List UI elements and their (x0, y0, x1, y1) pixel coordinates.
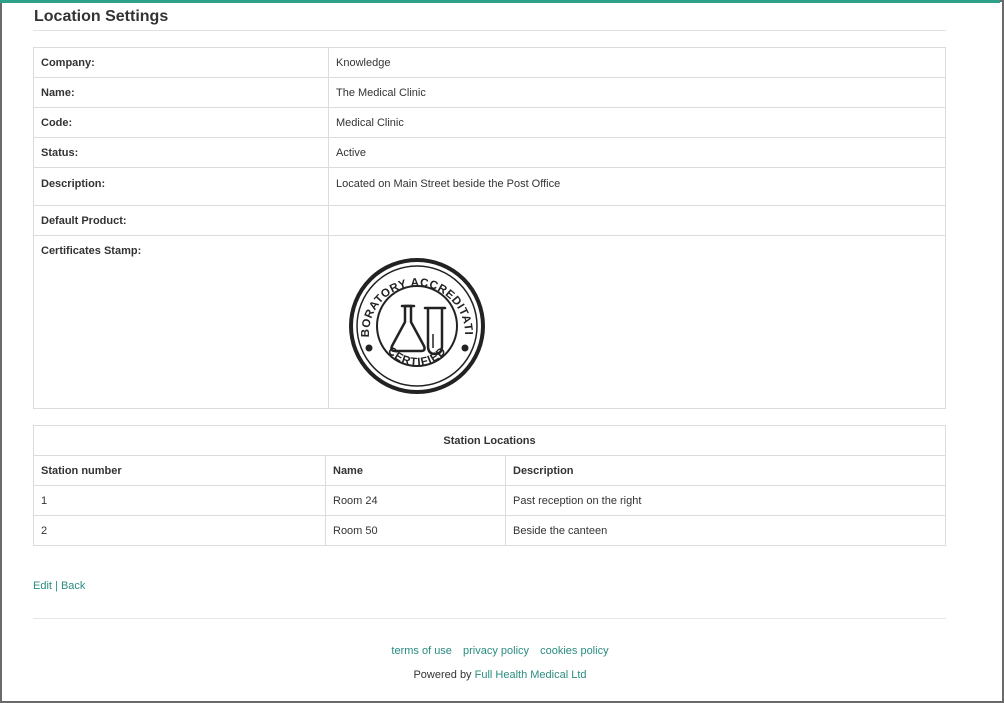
cookies-policy-link[interactable]: cookies policy (540, 645, 608, 657)
station-name-cell: Room 50 (325, 515, 506, 546)
main-content: Location Settings Company: Knowledge Nam… (33, 3, 946, 594)
stamp-bottom-text: CERTIFIED (385, 345, 448, 369)
back-link[interactable]: Back (61, 580, 85, 592)
station-name-cell: Room 24 (325, 485, 506, 516)
terms-of-use-link[interactable]: terms of use (391, 645, 452, 657)
details-row-status: Status: Active (33, 137, 946, 168)
column-header-name: Name (325, 455, 506, 486)
default-product-label: Default Product: (33, 205, 329, 236)
description-label: Description: (33, 167, 329, 206)
certificate-stamp-image: LABORATORY ACCREDITATION CERTIFIED (342, 247, 487, 396)
laboratory-accreditation-stamp-icon: LABORATORY ACCREDITATION CERTIFIED (342, 247, 485, 394)
privacy-policy-link[interactable]: privacy policy (463, 645, 529, 657)
station-description-cell: Past reception on the right (505, 485, 946, 516)
company-link[interactable]: Full Health Medical Ltd (475, 669, 587, 681)
details-row-description: Description: Located on Main Street besi… (33, 167, 946, 206)
stamp-top-text: LABORATORY ACCREDITATION (342, 247, 473, 337)
footer-divider (33, 618, 946, 619)
station-header-row: Station number Name Description (33, 455, 946, 486)
station-number-cell: 2 (33, 515, 326, 546)
certificates-stamp-label: Certificates Stamp: (33, 235, 329, 409)
powered-by-prefix: Powered by (413, 669, 472, 681)
code-label: Code: (33, 107, 329, 138)
certificates-stamp-cell: LABORATORY ACCREDITATION CERTIFIED (328, 235, 946, 409)
svg-text:LABORATORY ACCREDITATION: LABORATORY ACCREDITATION (347, 256, 474, 337)
station-locations-caption-row: Station Locations (33, 425, 946, 456)
column-header-description: Description (505, 455, 946, 486)
svg-text:CERTIFIED: CERTIFIED (385, 345, 449, 369)
station-description-cell: Beside the canteen (505, 515, 946, 546)
status-value: Active (328, 137, 946, 168)
action-separator: | (55, 580, 58, 592)
details-row-code: Code: Medical Clinic (33, 107, 946, 138)
table-row: 2 Room 50 Beside the canteen (33, 515, 946, 546)
details-row-certificates-stamp: Certificates Stamp: LABORATORY ACCREDITA… (33, 235, 946, 409)
table-row: 1 Room 24 Past reception on the right (33, 485, 946, 516)
station-locations-caption: Station Locations (33, 425, 946, 456)
code-value: Medical Clinic (328, 107, 946, 138)
company-label: Company: (33, 47, 329, 78)
company-value: Knowledge (328, 47, 946, 78)
location-details-table: Company: Knowledge Name: The Medical Cli… (33, 47, 946, 409)
page-title: Location Settings (33, 3, 946, 31)
description-value: Located on Main Street beside the Post O… (328, 167, 946, 206)
default-product-value (328, 205, 946, 236)
details-row-company: Company: Knowledge (33, 47, 946, 78)
column-header-station-number: Station number (33, 455, 326, 486)
details-row-default-product: Default Product: (33, 205, 946, 236)
status-label: Status: (33, 137, 329, 168)
powered-by: Powered by Full Health Medical Ltd (0, 669, 1000, 681)
footer-links: terms of use privacy policy cookies poli… (0, 645, 1000, 657)
edit-link[interactable]: Edit (33, 580, 52, 592)
station-number-cell: 1 (33, 485, 326, 516)
name-value: The Medical Clinic (328, 77, 946, 108)
name-label: Name: (33, 77, 329, 108)
page-actions: Edit | Back (33, 580, 946, 594)
station-locations-table: Station Locations Station number Name De… (33, 425, 946, 546)
details-row-name: Name: The Medical Clinic (33, 77, 946, 108)
